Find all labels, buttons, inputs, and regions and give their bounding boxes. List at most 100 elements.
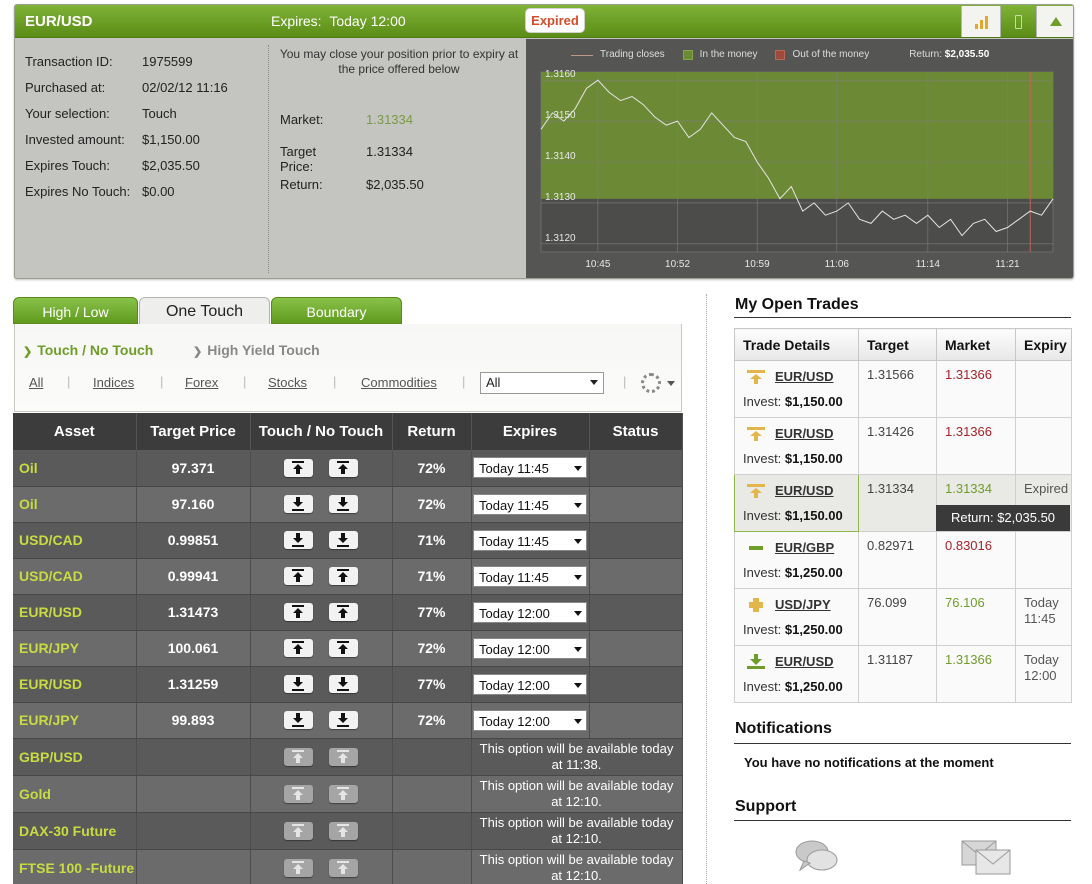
- filter-commodities[interactable]: Commodities: [361, 375, 437, 390]
- details-view-tab[interactable]: [1001, 6, 1035, 37]
- in-the-money-zone: [541, 72, 1053, 199]
- collapse-panel-button[interactable]: [1036, 6, 1073, 37]
- expires-select[interactable]: Today 12:00: [473, 637, 587, 659]
- category-select[interactable]: All: [480, 372, 604, 394]
- touch-button[interactable]: [284, 675, 313, 694]
- trade-asset-link[interactable]: EUR/GBP: [775, 540, 858, 555]
- return-cell: [392, 775, 472, 813]
- status-cell: [589, 666, 683, 703]
- no-touch-button[interactable]: [329, 603, 358, 622]
- x-tick-label: 10:59: [745, 259, 770, 270]
- trade-invest: Invest: $1,250.00: [743, 679, 858, 694]
- chevron-right-icon: ❯: [23, 346, 33, 358]
- dropdown-arrow-icon: [574, 538, 582, 544]
- detail-value: 02/02/12 11:16: [142, 80, 228, 95]
- touch-down-icon: [747, 654, 765, 669]
- gear-icon[interactable]: [641, 373, 661, 393]
- open-trade-row[interactable]: USD/JPY Invest: $1,250.00 76.099 76.106 Toda…: [734, 588, 1072, 646]
- support-rule: [734, 820, 1071, 821]
- filter-indices[interactable]: Indices: [93, 375, 134, 390]
- no-touch-button[interactable]: [329, 639, 358, 658]
- open-trade-row[interactable]: EUR/GBP Invest: $1,250.00 0.82971 0.83016: [734, 531, 1072, 589]
- detail-label: Purchased at:: [25, 80, 106, 95]
- subtab-high-yield-touch[interactable]: ❯ High Yield Touch: [193, 342, 320, 358]
- price-chart: Trading closes In the money Out of the m…: [526, 39, 1073, 278]
- open-trade-row[interactable]: EUR/USD Invest: $1,250.00 1.31187 1.31366 To…: [734, 645, 1072, 703]
- no-touch-button-disabled: [329, 858, 358, 877]
- detail-label: Expires No Touch:: [25, 184, 131, 199]
- subtab-touch-no-touch[interactable]: ❯ Touch / No Touch: [23, 342, 153, 358]
- live-chat-icon[interactable]: [794, 836, 840, 876]
- dropdown-arrow-icon: [574, 682, 582, 688]
- direction-cell: [250, 775, 393, 813]
- dropdown-arrow-icon: [574, 502, 582, 508]
- expires-select[interactable]: Today 12:00: [473, 601, 587, 623]
- expires-select-value: Today 12:00: [479, 641, 550, 657]
- filter-separator: |: [623, 374, 627, 389]
- availability-note: This option will be available today at 1…: [471, 849, 683, 884]
- trade-details-cell: EUR/USD Invest: $1,150.00: [734, 360, 859, 418]
- open-trade-row[interactable]: EUR/USD Invest: $1,150.00 1.31426 1.31366: [734, 417, 1072, 475]
- trade-asset-link[interactable]: EUR/USD: [775, 654, 858, 669]
- expires-select[interactable]: Today 12:00: [473, 673, 587, 695]
- no-touch-button[interactable]: [329, 531, 358, 550]
- trade-asset-link[interactable]: USD/JPY: [775, 597, 858, 612]
- col-target-price: Target Price: [136, 413, 251, 450]
- col-asset: Asset: [13, 413, 137, 450]
- open-trade-row[interactable]: EUR/USD Invest: $1,150.00 1.31566 1.31366: [734, 360, 1072, 418]
- contact-mail-icon[interactable]: [960, 838, 1012, 876]
- trade-details-cell: EUR/GBP Invest: $1,250.00: [734, 531, 859, 589]
- filter-separator: |: [333, 374, 337, 389]
- table-row: FTSE 100 -Future This option will be avai…: [13, 849, 683, 884]
- trade-asset-link[interactable]: EUR/USD: [775, 483, 858, 498]
- chevron-down-icon[interactable]: [667, 381, 675, 386]
- touch-button[interactable]: [284, 531, 313, 550]
- category-select-value: All: [486, 375, 501, 390]
- list-icon: [1014, 14, 1022, 29]
- no-touch-button[interactable]: [329, 711, 358, 730]
- tab-high-low[interactable]: High / Low: [13, 297, 138, 324]
- detail-value: Touch: [142, 106, 177, 121]
- status-cell: [589, 594, 683, 631]
- expires-select[interactable]: Today 12:00: [473, 709, 587, 731]
- col-return: Return: [392, 413, 472, 450]
- no-touch-button[interactable]: [329, 567, 358, 586]
- dropdown-arrow-icon: [574, 646, 582, 652]
- expires-select-value: Today 11:45: [479, 569, 549, 585]
- chart-view-tab[interactable]: [961, 6, 1001, 37]
- touch-button[interactable]: [284, 711, 313, 730]
- invest-amount: $1,250.00: [784, 622, 843, 637]
- expires-select[interactable]: Today 11:45: [473, 493, 587, 515]
- filter-forex[interactable]: Forex: [185, 375, 218, 390]
- target-price-cell: [136, 849, 251, 884]
- asset-cell: GBP/USD: [13, 738, 137, 776]
- filter-all[interactable]: All: [29, 375, 43, 390]
- touch-button[interactable]: [284, 567, 313, 586]
- trade-asset-link[interactable]: EUR/USD: [775, 426, 858, 441]
- expires-cell: Today 12:00: [471, 594, 590, 631]
- detail-label: Your selection:: [25, 106, 110, 121]
- no-touch-button[interactable]: [329, 675, 358, 694]
- table-row: DAX-30 Future This option will be availab…: [13, 812, 683, 850]
- asset-cell: Gold: [13, 775, 137, 813]
- no-touch-button[interactable]: [329, 458, 358, 477]
- bar-chart-icon: [974, 15, 988, 29]
- expires-select[interactable]: Today 11:45: [473, 565, 587, 587]
- touch-button[interactable]: [284, 603, 313, 622]
- expires-select[interactable]: Today 11:45: [473, 529, 587, 551]
- touch-button[interactable]: [284, 639, 313, 658]
- no-touch-button[interactable]: [329, 495, 358, 514]
- close-position-section: You may close your position prior to exp…: [268, 45, 526, 273]
- touch-button[interactable]: [284, 495, 313, 514]
- tab-boundary[interactable]: Boundary: [271, 297, 402, 324]
- status-cell: [589, 558, 683, 595]
- touch-button[interactable]: [284, 458, 313, 477]
- tab-one-touch[interactable]: One Touch: [139, 297, 270, 325]
- return-cell: [392, 738, 472, 776]
- trade-asset-link[interactable]: EUR/USD: [775, 369, 858, 384]
- dropdown-arrow-icon: [574, 718, 582, 724]
- y-tick-label: 1.3140: [545, 151, 576, 162]
- return-cell: 72%: [392, 450, 472, 487]
- expires-select[interactable]: Today 11:45: [473, 457, 587, 479]
- filter-stocks[interactable]: Stocks: [268, 375, 307, 390]
